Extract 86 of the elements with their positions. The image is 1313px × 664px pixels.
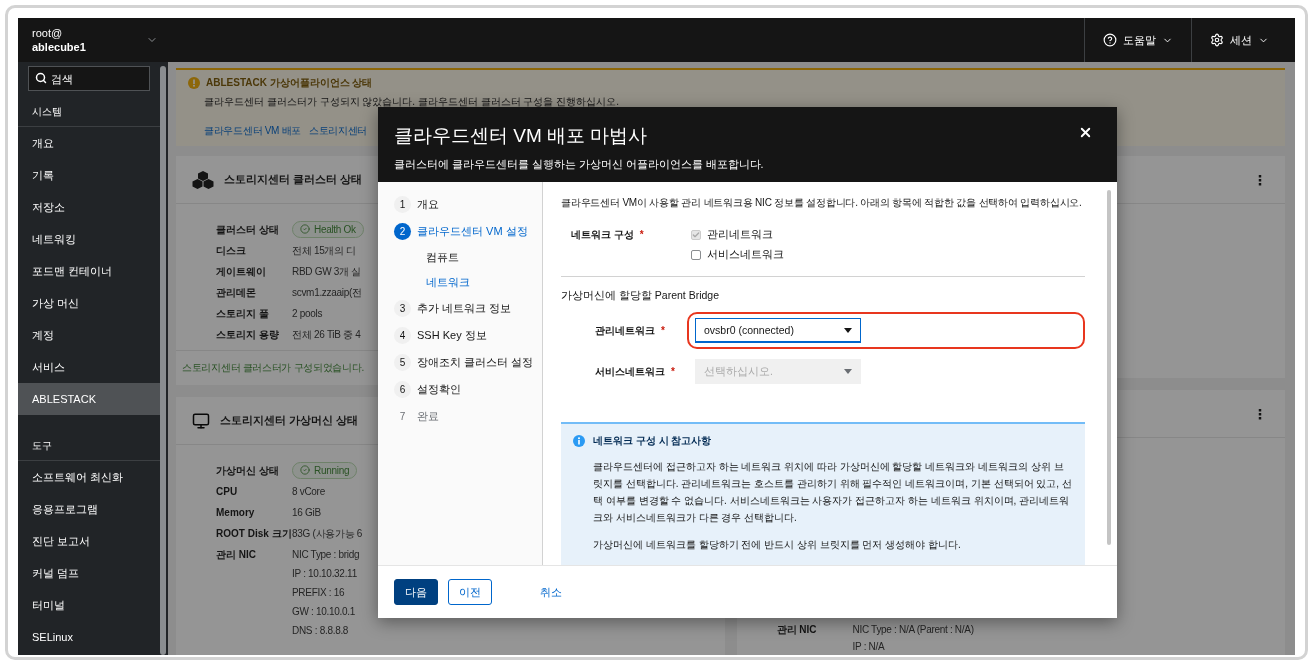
status-badge: Health Ok bbox=[292, 220, 364, 238]
nav-item[interactable]: 진단 보고서 bbox=[18, 525, 160, 557]
field-label: 서비스네트워크 * bbox=[595, 365, 676, 379]
nav-item[interactable]: 계정 bbox=[18, 319, 160, 351]
wizard-button[interactable]: 다음 bbox=[394, 579, 438, 605]
nav-item[interactable]: 개요 bbox=[18, 127, 160, 159]
row-value: scvm1.zzaaip(전 bbox=[292, 286, 362, 300]
row-label: 스토리지 용량 bbox=[216, 328, 279, 342]
nav-item[interactable]: 가상 머신 bbox=[18, 287, 160, 319]
wizard-step[interactable]: 4 SSH Key 정보 bbox=[394, 327, 542, 344]
wizard-step[interactable]: 1 개요 bbox=[394, 196, 542, 213]
row-value: PREFIX : 16 bbox=[292, 586, 345, 600]
row-label: ROOT Disk 크기 bbox=[216, 527, 292, 541]
bridge-select[interactable]: ovsbr0 (connected) bbox=[695, 318, 861, 343]
warning-icon bbox=[188, 77, 200, 89]
field-label: 관리네트워크 * bbox=[595, 324, 666, 338]
settings-icon bbox=[1210, 33, 1224, 47]
kebab-menu-button[interactable]: ⋮ bbox=[1251, 406, 1269, 421]
row-label: 스토리지 풀 bbox=[216, 307, 269, 321]
row-label: 관리 NIC bbox=[776, 623, 817, 637]
info-icon bbox=[573, 435, 585, 447]
wizard-step[interactable]: 6 설정확인 bbox=[394, 381, 542, 398]
row-label: 관리 NIC bbox=[216, 548, 256, 562]
row-value: NIC Type : N/A (Parent : N/A) bbox=[852, 623, 974, 637]
nav-item[interactable]: 네트워킹 bbox=[18, 223, 160, 255]
wizard-button[interactable]: 취소 bbox=[530, 579, 572, 605]
field-label: 네트워크 구성 * bbox=[571, 228, 645, 243]
status-badge: Running bbox=[292, 461, 358, 479]
row-label: 가상머신 상태 bbox=[216, 464, 279, 478]
row-value: IP : 10.10.32.11 bbox=[292, 567, 357, 581]
row-value: DNS : 8.8.8.8 bbox=[292, 624, 349, 638]
dialog-subtitle: 클러스터에 클라우드센터를 실행하는 가상머신 어플라이언스를 배포합니다. bbox=[394, 158, 765, 172]
check-icon bbox=[692, 231, 700, 240]
kebab-menu-button[interactable]: ⋮ bbox=[1251, 172, 1269, 187]
caret-icon bbox=[844, 327, 852, 333]
wizard-step[interactable]: 5 장애조치 클러스터 설정 bbox=[394, 354, 542, 371]
row-label: 게이트웨이 bbox=[216, 265, 266, 279]
info-title: 네트워크 구성 시 참고사항 bbox=[593, 434, 712, 448]
alert-title: ABLESTACK 가상어플라이언스 상태 bbox=[206, 76, 373, 90]
alert-message: 클라우드센터 클러스터가 구성되지 않았습니다. 클라우드센터 클러스터 구성을 진행하십시오. bbox=[203, 95, 619, 109]
nav-item[interactable]: 포드맨 컨테이너 bbox=[18, 255, 160, 287]
cubes-icon bbox=[192, 170, 214, 189]
row-value: 8 vCore bbox=[292, 485, 325, 499]
nav-item[interactable]: 기록 bbox=[18, 159, 160, 191]
row-value: 2 pools bbox=[292, 307, 323, 321]
row-value: NIC Type : bridg bbox=[292, 548, 360, 562]
search-icon bbox=[35, 72, 47, 84]
row-label: Memory bbox=[216, 506, 255, 520]
nav-item[interactable]: 터미널 bbox=[18, 589, 160, 621]
row-value: GW : 10.10.0.1 bbox=[292, 605, 356, 619]
wizard-step[interactable]: 3 추가 네트워크 정보 bbox=[394, 300, 542, 317]
card-title: 스토리지센터 클러스터 상태 bbox=[224, 172, 362, 187]
wizard-step[interactable]: 2 클라우드센터 VM 설정 bbox=[394, 223, 542, 240]
dialog-title: 클라우드센터 VM 배포 마법사 bbox=[394, 124, 648, 148]
row-value: IP : N/A bbox=[852, 640, 885, 654]
card-footer-text: 스토리지센터 클러스터가 구성되었습니다. bbox=[182, 361, 365, 375]
row-value: 83G (사용가능 6 bbox=[292, 527, 363, 541]
wizard-substep[interactable]: 네트워크 bbox=[394, 275, 542, 290]
row-value: RBD GW 3개 실 bbox=[292, 265, 361, 279]
row-label: 클러스터 상태 bbox=[216, 223, 279, 237]
section-heading: 가상머신에 할당할 Parent Bridge bbox=[561, 289, 721, 304]
network-checkbox[interactable]: 서비스네트워크 bbox=[691, 248, 1085, 263]
close-icon bbox=[1078, 125, 1093, 140]
wizard-button[interactable]: 이전 bbox=[448, 579, 492, 605]
nav-item[interactable]: ABLESTACK bbox=[18, 383, 160, 415]
row-value: 전체 15개의 디 bbox=[292, 244, 356, 258]
row-label: CPU bbox=[216, 485, 238, 499]
intro-text: 클라우드센터 VM이 사용할 관리 네트워크용 NIC 정보를 설정합니다. 아래의 항목에 적합한 값을 선택하여 입력하십시오. bbox=[561, 196, 1083, 210]
row-value: 16 GiB bbox=[292, 506, 321, 520]
wizard-substep[interactable]: 컴퓨트 bbox=[394, 250, 542, 265]
nav-item[interactable]: 응용프로그램 bbox=[18, 493, 160, 525]
info-paragraph: 클라우드센터에 접근하고자 하는 네트워크 위치에 따라 가상머신에 할당할 네트워크와 네트워크의 상위 브릿지를 선택합니다. 관리네트워크는 호스트를 관리하기 위해 필수적인 네트워크이며, 기본 선택되어 있고, 선택 여부를 변경할 수 없습니다. 서비스네트워크는 사용자가 접근하고자 하는 네트워크 위치이며, 관리네트워크와 서비스네트워크가 다른 경우 선택합니다. bbox=[592, 460, 1073, 525]
monitor-icon bbox=[192, 411, 210, 430]
nav-item[interactable]: 소프트웨어 최신화 bbox=[18, 461, 160, 493]
caret-icon bbox=[844, 369, 852, 374]
card-title: 스토리지센터 가상머신 상태 bbox=[220, 413, 358, 428]
nav-item[interactable]: 서비스 bbox=[18, 351, 160, 383]
help-icon bbox=[1103, 33, 1117, 47]
row-value: 전체 26 TiB 중 4 bbox=[292, 328, 361, 342]
nav-item[interactable]: 저장소 bbox=[18, 191, 160, 223]
nav-item[interactable]: 커널 덤프 bbox=[18, 557, 160, 589]
row-label: 디스크 bbox=[216, 244, 246, 258]
search-field[interactable]: 검색 bbox=[28, 66, 150, 91]
row-label: 관리데몬 bbox=[216, 286, 256, 300]
info-paragraph: 가상머신에 네트워크를 할당하기 전에 반드시 상위 브릿지를 먼저 생성해야 합니다. bbox=[592, 538, 962, 552]
nav-item[interactable]: SELinux bbox=[18, 621, 160, 653]
